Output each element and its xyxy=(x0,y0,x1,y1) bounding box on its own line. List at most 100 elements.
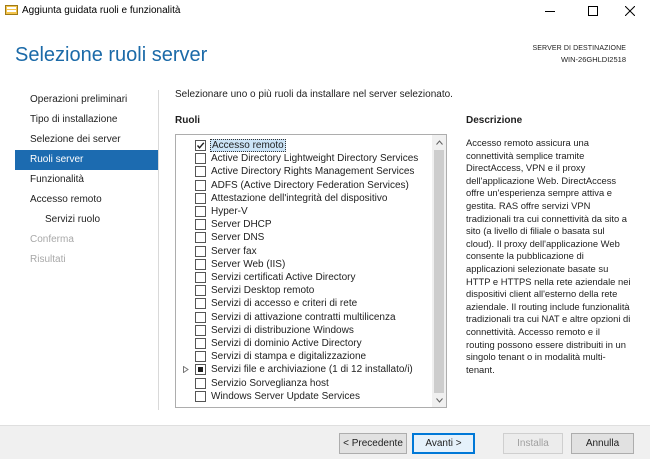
role-item[interactable]: Active Directory Lightweight Directory S… xyxy=(176,152,434,165)
close-icon xyxy=(625,6,635,16)
maximize-icon xyxy=(588,6,598,16)
title-bar: Aggiunta guidata ruoli e funzionalità xyxy=(0,0,650,22)
role-item[interactable]: Servizio Sorveglianza host xyxy=(176,377,434,390)
partial-check-icon xyxy=(198,367,203,373)
role-item[interactable]: Windows Server Update Services xyxy=(176,390,434,403)
scroll-thumb[interactable] xyxy=(434,150,444,393)
role-item[interactable]: Server DNS xyxy=(176,231,434,244)
role-label: Hyper-V xyxy=(211,206,248,217)
role-label: ADFS (Active Directory Federation Servic… xyxy=(211,179,409,191)
expand-arrow-icon[interactable] xyxy=(183,366,189,374)
role-checkbox[interactable] xyxy=(195,272,206,283)
role-item[interactable]: Server Web (IIS) xyxy=(176,258,434,271)
role-item[interactable]: Servizi di attivazione contratti multili… xyxy=(176,311,434,324)
roles-heading: Ruoli xyxy=(175,115,200,126)
roles-scrollbar[interactable] xyxy=(432,135,446,407)
nav-divider xyxy=(158,90,159,410)
role-label: Servizi di stampa e digitalizzazione xyxy=(211,351,367,363)
role-checkbox[interactable] xyxy=(195,377,206,389)
role-label: Servizi di dominio Active Directory xyxy=(211,338,362,349)
role-checkbox[interactable] xyxy=(195,192,206,204)
destination-server-name: WIN-26GHLDI2518 xyxy=(560,55,626,64)
role-label: Servizi di accesso e criteri di rete xyxy=(211,298,358,310)
scroll-up-button[interactable] xyxy=(432,135,446,149)
role-label: Server DNS xyxy=(211,232,265,244)
role-label: Active Directory Rights Management Servi… xyxy=(211,166,415,178)
role-checkbox[interactable] xyxy=(195,153,206,165)
role-checkbox[interactable] xyxy=(195,311,206,323)
role-item[interactable]: Servizi di distribuzione Windows xyxy=(176,324,434,337)
scroll-down-button[interactable] xyxy=(432,393,446,407)
role-item[interactable]: Servizi di dominio Active Directory xyxy=(176,337,434,350)
role-item[interactable]: Servizi di stampa e digitalizzazione xyxy=(176,350,434,363)
role-item[interactable]: Hyper-V xyxy=(176,205,434,218)
role-checkbox[interactable] xyxy=(195,232,206,244)
role-item[interactable]: Servizi di accesso e criteri di rete xyxy=(176,297,434,310)
role-checkbox[interactable] xyxy=(195,258,206,270)
role-item[interactable]: Server fax xyxy=(176,245,434,258)
role-checkbox[interactable] xyxy=(195,166,206,178)
role-checkbox[interactable] xyxy=(195,298,206,310)
nav-item-tipo-installazione[interactable]: Tipo di installazione xyxy=(15,110,158,130)
role-item[interactable]: ADFS (Active Directory Federation Servic… xyxy=(176,179,434,192)
role-label: Servizi certificati Active Directory xyxy=(211,272,356,283)
minimize-button[interactable] xyxy=(530,0,570,22)
role-checkbox[interactable] xyxy=(195,351,206,363)
install-button: Installa xyxy=(503,433,563,454)
role-item[interactable]: Attestazione dell'integrità del disposit… xyxy=(176,192,434,205)
chevron-down-icon xyxy=(435,397,443,403)
role-label: Servizi Desktop remoto xyxy=(211,285,315,297)
role-item[interactable]: Servizi file e archiviazione (1 di 12 in… xyxy=(176,363,434,376)
next-button[interactable]: Avanti > xyxy=(412,433,475,454)
role-checkbox[interactable] xyxy=(195,364,206,376)
chevron-up-icon xyxy=(435,139,443,145)
nav-item-risultati: Risultati xyxy=(30,254,66,265)
role-label: Attestazione dell'integrità del disposit… xyxy=(211,192,388,204)
previous-button[interactable]: < Precedente xyxy=(339,433,407,454)
roles-list[interactable]: Accesso remoto Active Directory Lightweig… xyxy=(175,134,447,408)
role-label: Windows Server Update Services xyxy=(211,390,360,402)
role-label: Server Web (IIS) xyxy=(211,258,286,270)
role-item[interactable]: Servizi Desktop remoto xyxy=(176,284,434,297)
role-label: Servizi file e archiviazione (1 di 12 in… xyxy=(211,364,413,376)
destination-server-label: SERVER DI DESTINAZIONE xyxy=(532,45,626,52)
role-checkbox[interactable] xyxy=(195,179,206,191)
role-label: Accesso remoto xyxy=(210,139,286,152)
role-checkbox[interactable] xyxy=(195,245,206,257)
role-label: Server DHCP xyxy=(211,219,272,231)
role-item[interactable]: Servizi certificati Active Directory xyxy=(176,271,434,284)
checkmark-icon xyxy=(196,142,205,149)
role-item[interactable]: Accesso remoto xyxy=(176,139,434,152)
close-button[interactable] xyxy=(610,0,650,22)
description-heading: Descrizione xyxy=(466,115,523,126)
role-label: Servizi di attivazione contratti multili… xyxy=(211,311,396,323)
role-checkbox[interactable] xyxy=(195,219,206,231)
nav-item-funzionalita[interactable]: Funzionalità xyxy=(15,170,158,190)
role-description: Accesso remoto assicura una connettività… xyxy=(466,137,631,375)
window-title: Aggiunta guidata ruoli e funzionalità xyxy=(22,5,181,16)
page-title: Selezione ruoli server xyxy=(15,44,208,66)
wizard-steps-nav: Operazioni preliminari Tipo di installaz… xyxy=(15,90,158,270)
role-checkbox[interactable] xyxy=(195,324,206,336)
role-checkbox[interactable] xyxy=(195,140,206,151)
role-label: Servizi di distribuzione Windows xyxy=(211,324,354,336)
nav-item-conferma: Conferma xyxy=(30,234,74,245)
role-item[interactable]: Server DHCP xyxy=(176,218,434,231)
role-checkbox[interactable] xyxy=(195,390,206,402)
nav-item-selezione-server[interactable]: Selezione dei server xyxy=(15,130,158,150)
role-label: Active Directory Lightweight Directory S… xyxy=(211,153,419,165)
nav-item-operazioni-preliminari[interactable]: Operazioni preliminari xyxy=(15,90,158,110)
role-checkbox[interactable] xyxy=(195,285,206,297)
instructions-text: Selezionare uno o più ruoli da installar… xyxy=(175,89,453,100)
nav-item-accesso-remoto[interactable]: Accesso remoto xyxy=(15,190,158,210)
minimize-icon xyxy=(545,11,555,12)
nav-item-ruoli-server[interactable]: Ruoli server xyxy=(15,150,158,170)
nav-item-servizi-ruolo[interactable]: Servizi ruolo xyxy=(15,210,158,230)
cancel-button[interactable]: Annulla xyxy=(571,433,634,454)
role-item[interactable]: Active Directory Rights Management Servi… xyxy=(176,165,434,178)
role-checkbox[interactable] xyxy=(195,206,206,217)
role-checkbox[interactable] xyxy=(195,338,206,349)
maximize-button[interactable] xyxy=(573,0,613,22)
role-label: Servizio Sorveglianza host xyxy=(211,377,329,389)
server-manager-icon xyxy=(5,5,18,15)
